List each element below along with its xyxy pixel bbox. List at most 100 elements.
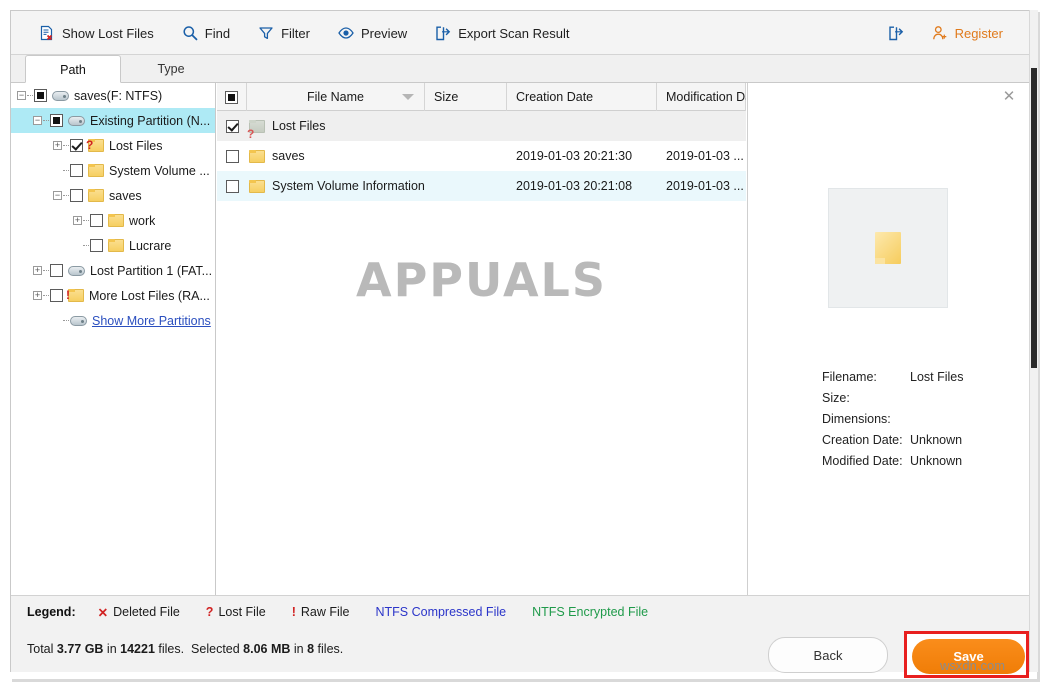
column-header-creation-date[interactable]: Creation Date xyxy=(507,83,657,111)
preview-button[interactable]: Preview xyxy=(324,18,421,48)
window-scrollbar[interactable] xyxy=(1029,10,1038,672)
folder-question-icon: ? xyxy=(86,138,104,152)
table-row[interactable]: saves 2019-01-03 20:21:30 2019-01-03 ... xyxy=(217,141,746,171)
toolbar-left-group: Show Lost Files Find Filter Preview Expo… xyxy=(25,11,583,55)
legend-item-raw-file: ! Raw File xyxy=(292,605,350,619)
tree-checkbox[interactable] xyxy=(70,189,83,202)
row-name-cell: saves xyxy=(247,141,425,171)
preview-field-modified-date: Modified Date: Unknown xyxy=(822,450,1022,471)
status-summary: Total 3.77 GB in 14221 files. Selected 8… xyxy=(27,642,343,656)
application-window: Show Lost Files Find Filter Preview Expo… xyxy=(0,0,1040,682)
row-size xyxy=(425,111,507,141)
tree-node-existing-partition[interactable]: − Existing Partition (N... xyxy=(11,108,215,133)
row-name-cell: System Volume Information xyxy=(247,171,425,201)
drive-icon xyxy=(52,90,69,102)
tree-node-show-more-partitions[interactable]: Show More Partitions xyxy=(11,308,215,333)
tab-path[interactable]: Path xyxy=(25,55,121,83)
show-lost-files-button[interactable]: Show Lost Files xyxy=(25,18,168,48)
close-icon[interactable]: ✕ xyxy=(1001,89,1017,105)
select-all-checkbox[interactable] xyxy=(225,90,238,104)
tree-node-lucrare[interactable]: Lucrare xyxy=(11,233,215,258)
back-button[interactable]: Back xyxy=(768,637,888,673)
table-row[interactable]: ? Lost Files xyxy=(217,111,746,141)
scrollbar-thumb[interactable] xyxy=(1031,68,1037,368)
preview-field-dimensions: Dimensions: xyxy=(822,408,1022,429)
drive-icon xyxy=(70,315,87,327)
select-all-header[interactable] xyxy=(217,83,247,111)
row-checkbox[interactable] xyxy=(225,119,239,133)
folder-large-icon xyxy=(875,232,901,264)
selected-suffix: files. xyxy=(314,642,344,656)
column-header-size[interactable]: Size xyxy=(425,83,507,111)
selected-mid: in xyxy=(290,642,308,656)
export-scan-result-button[interactable]: Export Scan Result xyxy=(421,18,583,48)
tree-checkbox[interactable] xyxy=(70,139,83,152)
tree-node-saves-f-ntfs[interactable]: − saves(F: NTFS) xyxy=(11,83,215,108)
legend-label: NTFS Compressed File xyxy=(375,605,507,619)
share-button[interactable] xyxy=(874,18,918,48)
expand-plus-icon[interactable]: + xyxy=(33,291,42,300)
tree-checkbox[interactable] xyxy=(90,239,103,252)
watermark-text: APPUALS xyxy=(355,253,607,307)
folder-icon xyxy=(249,179,265,193)
preview-field-filename: Filename: Lost Files xyxy=(822,366,1022,387)
register-button[interactable]: Register xyxy=(918,18,1017,48)
expand-plus-icon[interactable]: + xyxy=(33,266,42,275)
column-header-file-name[interactable]: File Name xyxy=(247,83,425,111)
tree-checkbox[interactable] xyxy=(50,264,63,277)
tree-checkbox[interactable] xyxy=(34,89,47,102)
expand-plus-icon[interactable]: + xyxy=(73,216,82,225)
tree-guide xyxy=(63,319,69,322)
tree-guide xyxy=(43,269,49,272)
row-checkbox[interactable] xyxy=(225,179,239,193)
drive-icon xyxy=(68,265,85,277)
find-button[interactable]: Find xyxy=(168,18,244,48)
folder-question-icon: ? xyxy=(247,119,265,141)
tree-guide xyxy=(83,219,89,222)
status-bar: Total 3.77 GB in 14221 files. Selected 8… xyxy=(11,628,1031,678)
preview-field-key: Creation Date: xyxy=(822,432,903,447)
row-checkbox-cell[interactable] xyxy=(217,111,247,141)
tree-node-label: saves(F: NTFS) xyxy=(74,88,163,103)
row-checkbox-cell[interactable] xyxy=(217,171,247,201)
toolbar-label: Show Lost Files xyxy=(62,25,154,41)
column-header-modification-date[interactable]: Modification Dat xyxy=(657,83,746,111)
expand-plus-icon[interactable]: + xyxy=(53,141,62,150)
folder-icon xyxy=(108,214,124,227)
partition-tree[interactable]: − saves(F: NTFS) − Existing Partition (N… xyxy=(11,83,216,595)
filter-button[interactable]: Filter xyxy=(244,18,324,48)
show-more-partitions-link[interactable]: Show More Partitions xyxy=(92,314,211,328)
tree-guide xyxy=(63,144,69,147)
register-label: Register xyxy=(954,25,1003,41)
tab-type[interactable]: Type xyxy=(123,55,219,83)
selected-prefix: Selected xyxy=(191,642,244,656)
preview-field-value: Unknown xyxy=(910,432,963,447)
legend-bar: Legend: ✕ Deleted File ? Lost File ! Raw… xyxy=(11,595,1031,628)
tree-node-saves[interactable]: − saves xyxy=(11,183,215,208)
content-area: − saves(F: NTFS) − Existing Partition (N… xyxy=(11,83,1031,667)
row-checkbox[interactable] xyxy=(225,149,239,163)
collapse-minus-icon[interactable]: − xyxy=(17,91,26,100)
tree-checkbox[interactable] xyxy=(50,114,63,127)
site-watermark: wsxdn.com xyxy=(940,658,1006,673)
tree-node-more-lost-files[interactable]: + ! More Lost Files (RA... xyxy=(11,283,215,308)
tree-node-work[interactable]: + work xyxy=(11,208,215,233)
preview-field-key: Size: xyxy=(822,390,850,405)
tree-checkbox[interactable] xyxy=(50,289,63,302)
row-modification-date: 2019-01-03 ... xyxy=(666,179,744,193)
collapse-minus-icon[interactable]: − xyxy=(53,191,62,200)
tree-checkbox[interactable] xyxy=(90,214,103,227)
question-badge: ? xyxy=(247,126,255,141)
table-row[interactable]: System Volume Information 2019-01-03 20:… xyxy=(217,171,746,201)
raw-file-icon: ! xyxy=(291,605,296,619)
legend-item-lost-file: ? Lost File xyxy=(206,605,266,619)
tree-node-lost-files[interactable]: + ? Lost Files xyxy=(11,133,215,158)
appuals-watermark: APPUALS xyxy=(217,253,746,307)
row-checkbox-cell[interactable] xyxy=(217,141,247,171)
tree-checkbox[interactable] xyxy=(70,164,83,177)
folder-icon xyxy=(88,164,104,177)
collapse-minus-icon[interactable]: − xyxy=(33,116,42,125)
sort-descending-icon[interactable] xyxy=(402,94,414,100)
tree-node-lost-partition-1[interactable]: + Lost Partition 1 (FAT... xyxy=(11,258,215,283)
tree-node-system-volume[interactable]: System Volume ... xyxy=(11,158,215,183)
